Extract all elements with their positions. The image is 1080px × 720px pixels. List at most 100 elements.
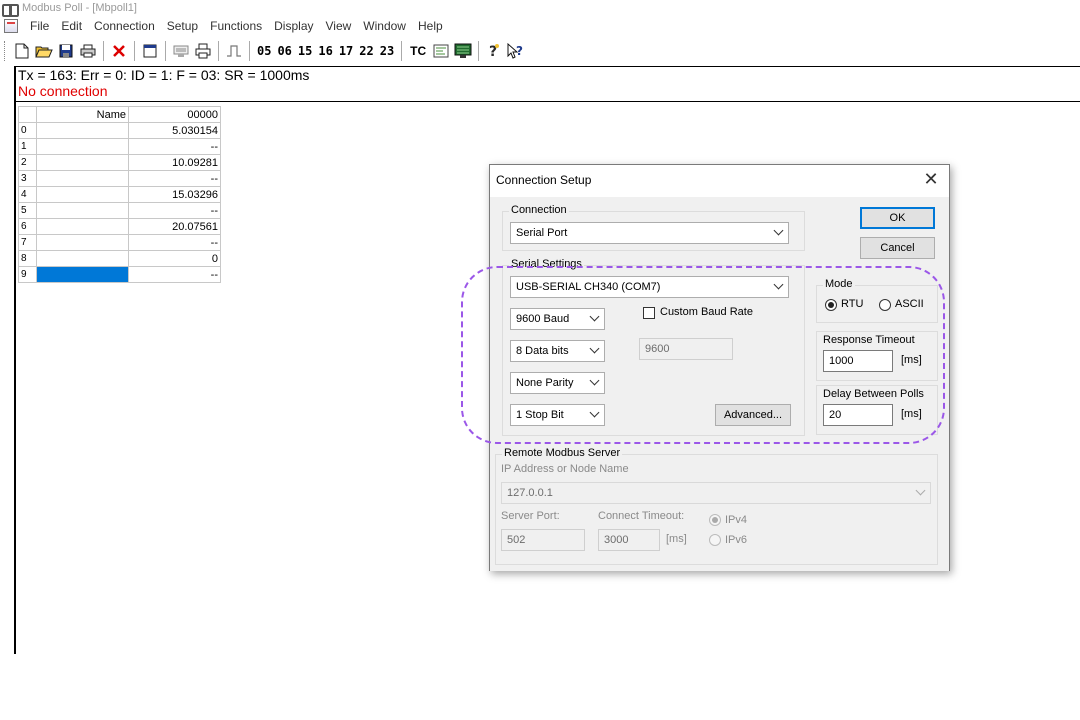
name-cell[interactable] xyxy=(36,202,129,219)
table-row[interactable]: 4 15.03296 xyxy=(18,186,221,203)
toolbar-grip[interactable] xyxy=(4,41,7,61)
help-icon[interactable]: ? xyxy=(484,41,504,61)
context-help-icon[interactable]: ? xyxy=(506,41,526,61)
parity-value: None Parity xyxy=(516,377,574,389)
value-cell[interactable]: 5.030154 xyxy=(128,122,221,139)
mode-label: Mode xyxy=(823,278,855,290)
table-row[interactable]: 5 -- xyxy=(18,202,221,219)
menu-edit[interactable]: Edit xyxy=(55,19,88,33)
new-icon[interactable] xyxy=(12,41,32,61)
window-icon[interactable] xyxy=(140,41,160,61)
table-row-selected[interactable]: 9 -- xyxy=(18,266,221,283)
response-timeout-label: Response Timeout xyxy=(823,334,915,346)
menu-window[interactable]: Window xyxy=(357,19,412,33)
mode-ascii-label: ASCII xyxy=(895,298,924,310)
custom-baud-input[interactable]: 9600 xyxy=(639,338,733,360)
function-22-button[interactable]: 22 xyxy=(356,44,376,58)
data-bits-select[interactable]: 8 Data bits xyxy=(510,340,605,362)
menu-setup[interactable]: Setup xyxy=(161,19,204,33)
value-cell[interactable]: 0 xyxy=(128,250,221,267)
parity-select[interactable]: None Parity xyxy=(510,372,605,394)
column-header-address[interactable]: 00000 xyxy=(128,106,221,123)
function-16-button[interactable]: 16 xyxy=(315,44,335,58)
mode-rtu-radio[interactable] xyxy=(825,299,837,311)
server-port-input[interactable]: 502 xyxy=(501,529,585,551)
value-cell[interactable]: 20.07561 xyxy=(128,218,221,235)
ok-button[interactable]: OK xyxy=(860,207,935,229)
menu-view[interactable]: View xyxy=(320,19,358,33)
column-header-name[interactable]: Name xyxy=(36,106,129,123)
function-15-button[interactable]: 15 xyxy=(295,44,315,58)
table-row[interactable]: 7 -- xyxy=(18,234,221,251)
monitor-icon[interactable] xyxy=(453,41,473,61)
document-system-icon[interactable] xyxy=(4,19,18,33)
close-icon[interactable]: ✕ xyxy=(921,169,941,190)
menu-help[interactable]: Help xyxy=(412,19,449,33)
value-cell[interactable]: -- xyxy=(128,234,221,251)
name-cell[interactable] xyxy=(36,234,129,251)
value-cell[interactable]: -- xyxy=(128,266,221,283)
row-index: 1 xyxy=(18,138,37,155)
delete-icon[interactable] xyxy=(109,41,129,61)
connection-type-select[interactable]: Serial Port xyxy=(510,222,789,244)
menu-connection[interactable]: Connection xyxy=(88,19,161,33)
name-cell[interactable] xyxy=(36,138,129,155)
cancel-button[interactable]: Cancel xyxy=(860,237,935,259)
delay-between-polls-input[interactable]: 20 xyxy=(823,404,893,426)
name-cell[interactable] xyxy=(36,250,129,267)
comm-traffic-icon[interactable] xyxy=(431,41,451,61)
function-06-button[interactable]: 06 xyxy=(274,44,294,58)
table-row[interactable]: 3 -- xyxy=(18,170,221,187)
function-17-button[interactable]: 17 xyxy=(336,44,356,58)
row-index: 2 xyxy=(18,154,37,171)
corner-cell[interactable] xyxy=(18,106,37,123)
table-row[interactable]: 8 0 xyxy=(18,250,221,267)
connect-timeout-unit: [ms] xyxy=(666,533,687,545)
ip-address-value: 127.0.0.1 xyxy=(507,487,553,499)
save-icon[interactable] xyxy=(56,41,76,61)
table-row[interactable]: 0 5.030154 xyxy=(18,122,221,139)
value-cell[interactable]: -- xyxy=(128,138,221,155)
name-cell[interactable] xyxy=(36,154,129,171)
table-row[interactable]: 2 10.09281 xyxy=(18,154,221,171)
name-cell[interactable] xyxy=(36,218,129,235)
row-index: 6 xyxy=(18,218,37,235)
table-row[interactable]: 1 -- xyxy=(18,138,221,155)
name-cell[interactable] xyxy=(36,122,129,139)
print-icon[interactable] xyxy=(78,41,98,61)
baud-rate-select[interactable]: 9600 Baud xyxy=(510,308,605,330)
menu-display[interactable]: Display xyxy=(268,19,319,33)
serial-port-select[interactable]: USB-SERIAL CH340 (COM7) xyxy=(510,276,789,298)
function-23-button[interactable]: 23 xyxy=(377,44,397,58)
toolbar-separator xyxy=(103,41,104,61)
printer-icon[interactable] xyxy=(193,41,213,61)
open-icon[interactable] xyxy=(34,41,54,61)
value-cell[interactable]: -- xyxy=(128,202,221,219)
toolbar-separator xyxy=(478,41,480,61)
name-cell[interactable] xyxy=(36,170,129,187)
remote-server-label: Remote Modbus Server xyxy=(502,447,623,459)
advanced-button[interactable]: Advanced... xyxy=(715,404,791,426)
ipv4-radio[interactable] xyxy=(709,514,721,526)
value-cell[interactable]: -- xyxy=(128,170,221,187)
ipv6-radio[interactable] xyxy=(709,534,721,546)
menu-file[interactable]: File xyxy=(24,19,55,33)
stop-bits-select[interactable]: 1 Stop Bit xyxy=(510,404,605,426)
ip-address-select[interactable]: 127.0.0.1 xyxy=(501,482,931,504)
table-row[interactable]: 6 20.07561 xyxy=(18,218,221,235)
name-cell-selected[interactable] xyxy=(36,266,129,283)
response-timeout-input[interactable]: 1000 xyxy=(823,350,893,372)
custom-baud-checkbox[interactable] xyxy=(643,307,655,319)
tc-button[interactable]: TC xyxy=(406,44,430,58)
toolbar-separator xyxy=(165,41,166,61)
name-cell[interactable] xyxy=(36,186,129,203)
connect-timeout-input[interactable]: 3000 xyxy=(598,529,660,551)
read-write-icon[interactable] xyxy=(171,41,191,61)
pulse-icon[interactable] xyxy=(224,41,244,61)
mode-ascii-radio[interactable] xyxy=(879,299,891,311)
function-05-button[interactable]: 05 xyxy=(254,44,274,58)
row-index: 8 xyxy=(18,250,37,267)
value-cell[interactable]: 10.09281 xyxy=(128,154,221,171)
value-cell[interactable]: 15.03296 xyxy=(128,186,221,203)
menu-functions[interactable]: Functions xyxy=(204,19,268,33)
